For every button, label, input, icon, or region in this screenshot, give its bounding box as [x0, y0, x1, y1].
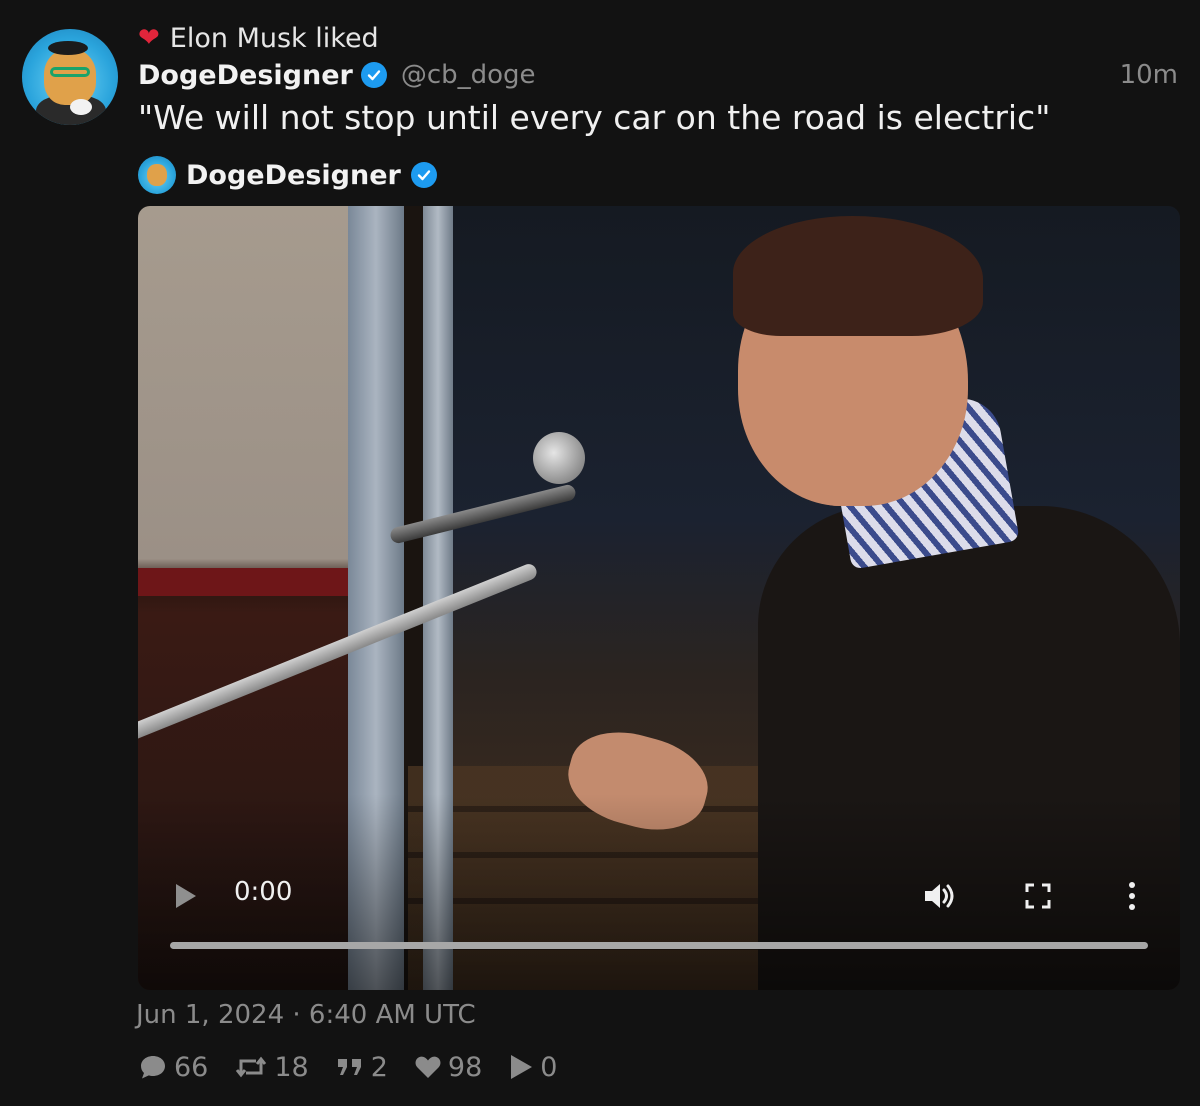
views-play-icon	[511, 1055, 533, 1079]
author-row: DogeDesigner @cb_doge	[138, 58, 536, 92]
volume-icon[interactable]	[922, 880, 958, 912]
tweet-time-ago[interactable]: 10m	[1120, 58, 1178, 92]
quote-count: 2	[370, 1051, 388, 1083]
engagement-stats: 66 18 2 98 0	[138, 1048, 557, 1086]
activity-header: ❤ Elon Musk liked	[138, 22, 379, 54]
avatar-palette	[70, 99, 92, 115]
activity-text: Elon Musk liked	[169, 22, 379, 54]
heart-icon: ❤	[138, 23, 160, 53]
reply-count: 66	[174, 1051, 209, 1083]
like-icon	[415, 1056, 441, 1078]
video-progress-bar[interactable]	[170, 942, 1148, 949]
author-handle[interactable]: @cb_doge	[401, 60, 536, 90]
retweet-icon	[236, 1056, 267, 1078]
post-date[interactable]: Jun 1, 2024 · 6:40 AM UTC	[136, 1000, 476, 1030]
play-icon[interactable]	[176, 884, 196, 908]
verified-icon	[410, 162, 437, 188]
quote-stat[interactable]: 2	[335, 1052, 388, 1083]
retweet-count: 18	[274, 1051, 309, 1083]
view-stat[interactable]: 0	[508, 1052, 557, 1083]
like-stat[interactable]: 98	[414, 1052, 482, 1083]
quote-icon	[337, 1059, 361, 1075]
avatar-beret	[48, 41, 88, 55]
more-options-icon[interactable]	[1118, 878, 1146, 914]
view-count: 0	[540, 1051, 558, 1083]
verified-icon	[360, 62, 387, 88]
tweet-text: "We will not stop until every car on the…	[138, 98, 1051, 137]
retweet-stat[interactable]: 18	[234, 1051, 309, 1083]
quoted-author-avatar	[138, 156, 176, 194]
author-avatar[interactable]	[22, 29, 118, 125]
video-current-time: 0:00	[234, 877, 293, 907]
video-player[interactable]: 0:00	[138, 206, 1180, 990]
reply-stat[interactable]: 66	[138, 1052, 208, 1083]
fullscreen-icon[interactable]	[1022, 880, 1054, 912]
like-count: 98	[447, 1051, 483, 1083]
author-display-name[interactable]: DogeDesigner	[138, 60, 353, 91]
quoted-author-row[interactable]: DogeDesigner	[138, 156, 437, 194]
avatar-glasses	[50, 67, 90, 77]
avatar-dog-face	[44, 49, 96, 105]
video-controls: 0:00	[138, 866, 1180, 926]
comment-icon	[141, 1056, 165, 1079]
tweet-card[interactable]: ❤ Elon Musk liked DogeDesigner @cb_doge …	[0, 0, 1200, 1106]
quoted-author-name: DogeDesigner	[186, 159, 401, 191]
